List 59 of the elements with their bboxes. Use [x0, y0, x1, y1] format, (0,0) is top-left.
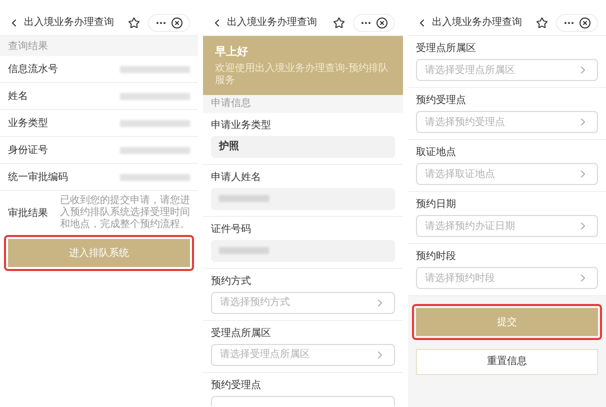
approval-message: 已收到您的提交申请，请您进入预约排队系统选择受理时间和地点，完成整个预约流程。	[59, 195, 190, 231]
star-icon[interactable]	[536, 16, 548, 28]
row-label: 身份证号	[8, 144, 48, 158]
placeholder-text: 请选择受理点所属区	[425, 64, 515, 78]
page-title: 出入境业务办理查询	[432, 16, 522, 30]
field-label: 预约受理点	[416, 94, 467, 108]
field-label: 申请人姓名	[211, 170, 262, 184]
field-label: 受理点所属区	[211, 326, 272, 340]
placeholder-text: 请选择预约方式	[220, 296, 290, 310]
select-field[interactable]: 请选择受理点所属区	[211, 344, 395, 366]
select-field[interactable]: 请选择取证地点	[416, 163, 598, 185]
select-field[interactable]: 请选择预约受理点	[416, 111, 598, 133]
placeholder-text: 请选择受理点所属区	[220, 348, 310, 362]
close-icon[interactable]	[376, 16, 388, 28]
placeholder-text: 请选择预约办证日期	[425, 220, 515, 234]
submit-button[interactable]: 提交	[416, 308, 598, 336]
placeholder-text: 请选择预约受理点	[425, 116, 505, 130]
page-title: 出入境业务办理查询	[227, 16, 317, 30]
blurred-value	[120, 66, 190, 72]
section-header: 查询结果	[0, 36, 198, 56]
placeholder-text: 请选择取证地点	[425, 168, 495, 182]
field-label: 证件号码	[211, 222, 252, 236]
row-label: 审批结果	[8, 206, 48, 220]
star-icon[interactable]	[128, 16, 140, 28]
star-icon[interactable]	[333, 16, 345, 28]
row-label: 业务类型	[8, 116, 48, 130]
page-title: 出入境业务办理查询	[24, 16, 114, 30]
blurred-value	[120, 174, 190, 180]
field-label: 预约方式	[211, 274, 252, 288]
field-label: 预约时段	[416, 250, 457, 264]
select-field[interactable]: 请选择预约时段	[416, 267, 598, 289]
row-label: 统一审批编码	[8, 170, 68, 184]
blurred-value	[219, 195, 269, 202]
select-field[interactable]	[211, 396, 395, 406]
field-label: 受理点所属区	[416, 42, 477, 56]
select-field[interactable]: 请选择预约办证日期	[416, 215, 598, 237]
close-icon[interactable]	[579, 16, 591, 28]
row-label: 姓名	[8, 90, 28, 104]
blurred-value	[219, 247, 269, 254]
section-header: 申请信息	[203, 94, 403, 112]
select-field[interactable]: 请选择预约方式	[211, 292, 395, 314]
row-label: 信息流水号	[8, 62, 58, 76]
blurred-value	[120, 92, 190, 100]
close-icon[interactable]	[171, 16, 183, 28]
reset-button[interactable]: 重置信息	[416, 348, 598, 374]
blurred-value	[120, 146, 190, 154]
field-value: 护照	[211, 136, 395, 158]
input-field[interactable]	[211, 240, 395, 262]
greeting-text: 早上好	[215, 44, 249, 60]
placeholder-text: 请选择预约时段	[425, 272, 495, 286]
field-label: 预约受理点	[211, 378, 262, 392]
input-field[interactable]	[211, 188, 395, 210]
queue-system-button[interactable]: 进入排队系统	[8, 239, 190, 267]
field-label: 预约日期	[416, 198, 457, 212]
field-label: 申请业务类型	[211, 118, 272, 132]
field-label: 取证地点	[416, 146, 457, 160]
blurred-value	[120, 120, 190, 126]
banner-subtitle: 欢迎使用出入境业务办理查询-预约排队服务	[215, 62, 390, 86]
select-field[interactable]: 请选择受理点所属区	[416, 59, 598, 81]
